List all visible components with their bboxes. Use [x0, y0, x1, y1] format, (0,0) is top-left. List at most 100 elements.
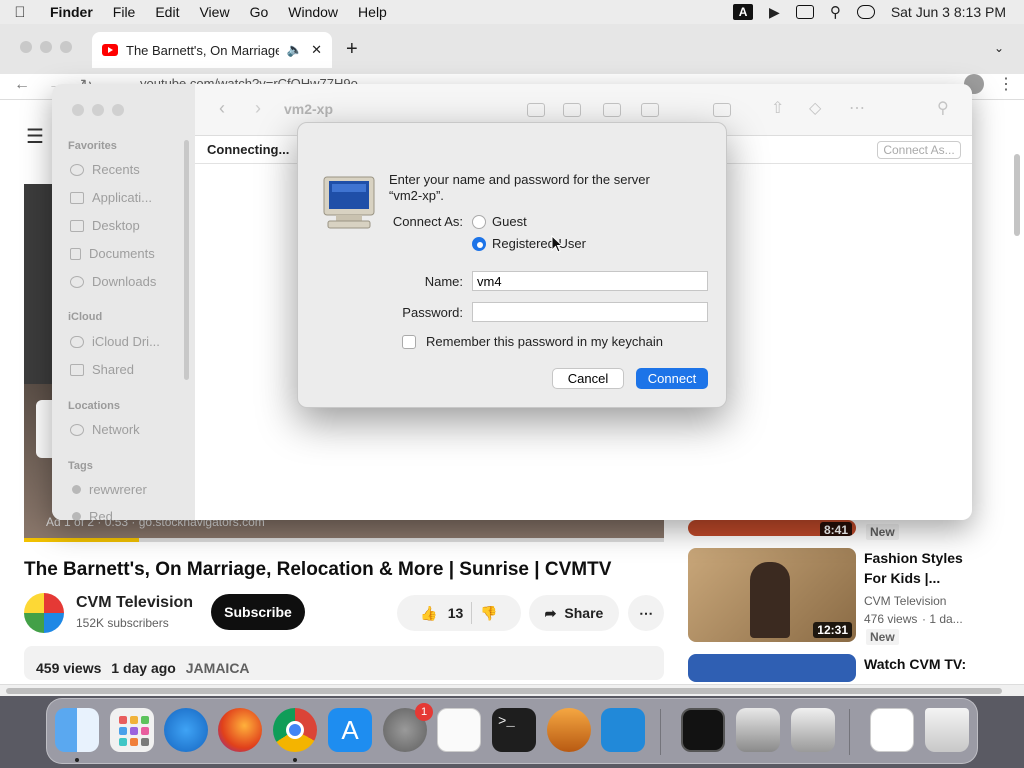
- sidebar-scrollbar[interactable]: [184, 140, 189, 380]
- action-menu-icon[interactable]: ⋯: [849, 98, 865, 118]
- safari-dock-icon[interactable]: [164, 708, 208, 752]
- close-tab-icon[interactable]: ✕: [311, 42, 322, 58]
- control-center-icon[interactable]: [856, 5, 875, 19]
- launchpad-grid: [110, 708, 154, 754]
- vscode-dock-icon[interactable]: [601, 708, 645, 752]
- registered-user-option[interactable]: Registered User: [472, 236, 586, 251]
- menu-view[interactable]: View: [189, 4, 239, 20]
- launchpad-dock-icon[interactable]: [110, 708, 154, 752]
- column-view-icon[interactable]: [603, 103, 621, 117]
- dislike-button[interactable]: 👎: [480, 605, 497, 622]
- menu-window[interactable]: Window: [278, 4, 348, 20]
- vertical-scrollbar[interactable]: [1014, 154, 1020, 236]
- related-title-3[interactable]: Watch CVM TV:: [864, 654, 966, 674]
- audio-playing-icon[interactable]: 🔈: [287, 42, 303, 58]
- horizontal-scrollbar[interactable]: [0, 684, 1024, 696]
- connect-button[interactable]: Connect: [636, 368, 708, 389]
- input-source-icon[interactable]: A: [733, 4, 754, 20]
- tag-dot-icon: [72, 485, 81, 494]
- sidebar-item-icloud-drive[interactable]: iCloud Dri...: [70, 334, 160, 349]
- share-button[interactable]: ➦ Share: [529, 595, 619, 631]
- name-field[interactable]: [472, 271, 708, 291]
- guest-option[interactable]: Guest: [472, 214, 527, 229]
- chrome-center: [286, 721, 304, 739]
- share-icon[interactable]: ⇧: [771, 98, 784, 118]
- screen-mirroring-icon[interactable]: [795, 5, 814, 19]
- finder-back-icon[interactable]: ‹: [219, 98, 225, 119]
- video-description-box[interactable]: 459 views 1 day ago JAMAICA: [24, 646, 664, 680]
- sidebar-item-downloads[interactable]: Downloads: [70, 274, 156, 289]
- sidebar-tag-rewwrerer[interactable]: rewwrerer: [72, 482, 147, 497]
- thumbnail-figure: [750, 562, 790, 638]
- app-store-dock-icon[interactable]: A: [328, 708, 372, 752]
- sidebar-item-shared[interactable]: Shared: [70, 362, 134, 377]
- horizontal-scroll-thumb[interactable]: [6, 688, 1002, 694]
- chrome-dock-icon[interactable]: [273, 708, 317, 752]
- apple-menu-icon[interactable]: : [0, 4, 40, 21]
- menu-clock[interactable]: Sat Jun 3 8:13 PM: [891, 4, 1006, 20]
- channel-avatar[interactable]: [24, 593, 64, 633]
- group-by-icon[interactable]: [713, 103, 731, 117]
- icon-view-icon[interactable]: [527, 103, 545, 117]
- related-thumbnail-1[interactable]: 8:41: [688, 520, 856, 536]
- sidebar-tag-red[interactable]: Red: [72, 509, 113, 520]
- finder-minimize-button[interactable]: [92, 104, 104, 116]
- activity-monitor-dock-icon[interactable]: [681, 708, 725, 752]
- finder-forward-icon[interactable]: ›: [255, 98, 261, 119]
- finder-close-button[interactable]: [72, 104, 84, 116]
- tag-icon[interactable]: ◇: [809, 98, 821, 118]
- hamburger-menu-icon[interactable]: ☰: [26, 124, 44, 149]
- related-title-2a[interactable]: Fashion Styles: [864, 548, 963, 568]
- video-hashtag[interactable]: JAMAICA: [186, 660, 250, 676]
- gallery-view-icon[interactable]: [641, 103, 659, 117]
- guest-radio[interactable]: [472, 214, 486, 229]
- sidebar-item-network[interactable]: Network: [70, 422, 140, 437]
- menu-help[interactable]: Help: [348, 4, 397, 20]
- menu-file[interactable]: File: [103, 4, 146, 20]
- finder-search-icon[interactable]: ⚲: [937, 98, 949, 118]
- sidebar-item-documents[interactable]: Documents: [70, 246, 155, 261]
- menu-app-finder[interactable]: Finder: [40, 4, 103, 20]
- password-field[interactable]: [472, 302, 708, 322]
- sidebar-item-applications[interactable]: Applicati...: [70, 190, 152, 205]
- more-actions-button[interactable]: ⋯: [628, 595, 664, 631]
- list-view-icon[interactable]: [563, 103, 581, 117]
- menu-go[interactable]: Go: [240, 4, 279, 20]
- remember-password-checkbox[interactable]: [402, 334, 416, 349]
- registered-user-radio[interactable]: [472, 236, 486, 251]
- back-icon[interactable]: ←: [14, 76, 30, 94]
- channel-name[interactable]: CVM Television: [76, 594, 193, 612]
- related-channel-2[interactable]: CVM Television: [864, 594, 946, 608]
- sidebar-item-recents[interactable]: Recents: [70, 162, 140, 177]
- menu-edit[interactable]: Edit: [145, 4, 189, 20]
- close-window-button[interactable]: [20, 41, 32, 53]
- like-button[interactable]: 👍 13: [420, 605, 463, 622]
- finder-dock-icon[interactable]: [55, 708, 99, 752]
- firefox-dock-icon[interactable]: [218, 708, 262, 752]
- tab-list-chevron-icon[interactable]: ⌄: [994, 41, 1004, 55]
- trash-dock-icon[interactable]: [925, 708, 969, 752]
- new-tab-icon[interactable]: +: [346, 38, 358, 61]
- related-title-2b[interactable]: For Kids |...: [864, 568, 940, 588]
- textedit-dock-icon[interactable]: [437, 708, 481, 752]
- downloads-stack-dock-icon[interactable]: [870, 708, 914, 752]
- remember-password-option[interactable]: Remember this password in my keychain: [402, 334, 663, 349]
- play-status-icon[interactable]: ▶: [769, 4, 780, 21]
- browser-tab[interactable]: The Barnett's, On Marriage 🔈 ✕: [92, 32, 332, 68]
- garageband-dock-icon[interactable]: [547, 708, 591, 752]
- cancel-button[interactable]: Cancel: [552, 368, 624, 389]
- disk-utility-dock-icon[interactable]: [736, 708, 780, 752]
- sidebar-item-desktop[interactable]: Desktop: [70, 218, 140, 233]
- related-thumbnail-3[interactable]: [688, 654, 856, 682]
- minimize-window-button[interactable]: [40, 41, 52, 53]
- connect-as-button[interactable]: Connect As...: [877, 141, 961, 159]
- browser-menu-icon[interactable]: ⋮: [998, 74, 1014, 94]
- finder-zoom-button[interactable]: [112, 104, 124, 116]
- boot-camp-dock-icon[interactable]: [791, 708, 835, 752]
- related-thumbnail-2[interactable]: 12:31: [688, 548, 856, 642]
- subscribe-button[interactable]: Subscribe: [211, 594, 305, 630]
- video-progress-bar[interactable]: [24, 538, 664, 542]
- terminal-dock-icon[interactable]: >_: [492, 708, 536, 752]
- zoom-window-button[interactable]: [60, 41, 72, 53]
- spotlight-search-icon[interactable]: ⚲: [830, 3, 841, 21]
